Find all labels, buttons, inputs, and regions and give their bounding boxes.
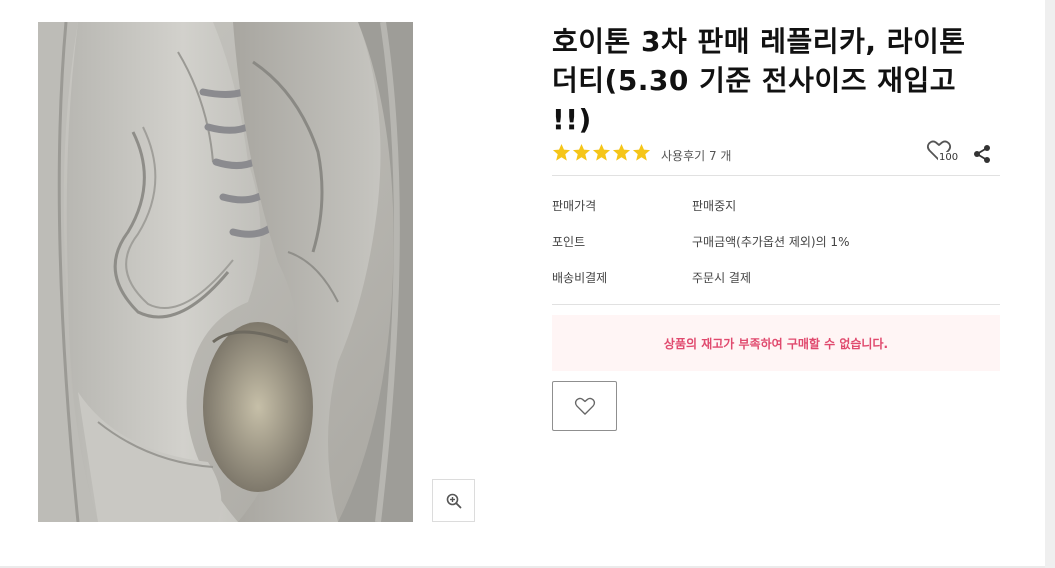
product-info: 호이톤 3차 판매 레플리카, 라이톤 더티(5.30 기준 전사이즈 재입고 … (552, 22, 1000, 431)
zoom-button[interactable] (432, 479, 475, 522)
spec-label: 배송비결제 (552, 271, 608, 285)
share-button[interactable] (972, 144, 992, 164)
like-count: 100 (938, 152, 960, 163)
spec-label: 포인트 (552, 235, 586, 249)
zoom-in-icon (446, 493, 461, 508)
star-icon (572, 143, 591, 161)
star-rating (552, 143, 651, 162)
share-icon (974, 145, 990, 163)
scrollbar[interactable] (1045, 0, 1055, 568)
spec-value: 구매금액(추가옵션 제외)의 1% (692, 235, 850, 249)
product-title: 호이톤 3차 판매 레플리카, 라이톤 더티(5.30 기준 전사이즈 재입고 … (552, 22, 1000, 139)
product-title-line1: 호이톤 3차 판매 레플리카, 라이톤 (552, 25, 966, 58)
spec-value: 주문시 결제 (692, 271, 752, 285)
star-icon (632, 143, 651, 161)
soldout-notice: 상품의 재고가 부족하여 구매할 수 없습니다. (552, 315, 1000, 371)
spec-row-shipping: 배송비결제 주문시 결제 (552, 269, 1000, 305)
sneaker-photo (38, 22, 413, 522)
heart-outline-icon (574, 397, 595, 415)
soldout-message: 상품의 재고가 부족하여 구매할 수 없습니다. (663, 336, 889, 351)
spec-row-points: 포인트 구매금액(추가옵션 제외)의 1% (552, 233, 1000, 269)
divider (552, 304, 1000, 305)
star-icon (552, 143, 571, 161)
product-title-line3: !!) (552, 103, 592, 136)
spec-value: 판매중지 (692, 199, 737, 213)
product-image[interactable] (38, 22, 413, 522)
spec-table: 판매가격 판매중지 포인트 구매금액(추가옵션 제외)의 1% 배송비결제 주문… (552, 197, 1000, 305)
star-icon (592, 143, 611, 161)
review-count-link[interactable]: 사용후기 7 개 (661, 147, 731, 164)
product-title-line2: 더티(5.30 기준 전사이즈 재입고 (552, 64, 956, 97)
spec-row-price: 판매가격 판매중지 (552, 197, 1000, 233)
rating-row: 사용후기 7 개 100 (552, 140, 1000, 168)
star-icon (612, 143, 631, 161)
product-detail-page: 호이톤 3차 판매 레플리카, 라이톤 더티(5.30 기준 전사이즈 재입고 … (0, 0, 1045, 566)
wishlist-button[interactable] (552, 381, 617, 431)
spec-label: 판매가격 (552, 199, 597, 213)
divider (552, 175, 1000, 176)
